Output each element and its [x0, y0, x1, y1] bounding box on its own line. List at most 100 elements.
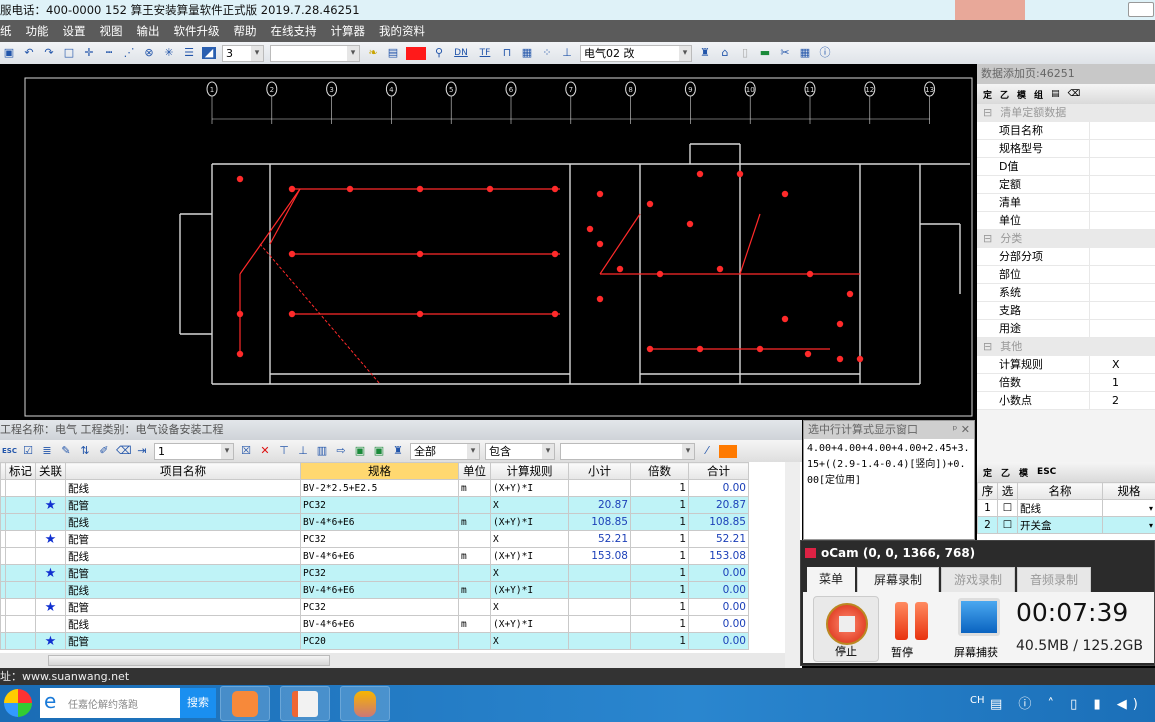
- multiplier[interactable]: 1: [630, 581, 689, 599]
- property-group[interactable]: ⊟ 其他: [977, 338, 1155, 356]
- help-icon[interactable]: ⓘ: [818, 47, 832, 59]
- calc-rule[interactable]: (X+Y)*I: [490, 479, 569, 497]
- table-row[interactable]: 配线 BV-4*6+E6 m (X+Y)*I 1 0.00: [0, 615, 749, 633]
- search-button[interactable]: 搜索: [180, 688, 216, 718]
- spec[interactable]: PC32: [300, 530, 459, 548]
- insert-icon[interactable]: ⊥: [296, 445, 310, 457]
- sublist-header[interactable]: 规格: [1102, 482, 1155, 500]
- spec[interactable]: BV-4*6+E6: [300, 581, 459, 599]
- mark-cell[interactable]: [5, 598, 36, 616]
- table-row[interactable]: ★ 配管 PC20 X 1 0.00: [0, 632, 749, 650]
- capture-button[interactable]: 屏幕捕获: [954, 644, 998, 660]
- property-group[interactable]: ⊟ 清单定额数据: [977, 104, 1155, 122]
- crosshair-icon[interactable]: ✛: [82, 47, 96, 59]
- pen-icon[interactable]: ✐: [97, 445, 111, 457]
- symbol-icon[interactable]: ⚲: [432, 47, 446, 59]
- property-value[interactable]: [1089, 284, 1155, 302]
- property-value[interactable]: [1089, 176, 1155, 194]
- spec[interactable]: BV-4*6+E6: [300, 513, 459, 531]
- collapse-icon[interactable]: ⊟: [983, 104, 992, 122]
- menu-item[interactable]: 计算器: [331, 24, 366, 38]
- property-value[interactable]: [1089, 248, 1155, 266]
- menu-item[interactable]: 设置: [63, 24, 86, 38]
- pause-button[interactable]: 暂停: [891, 644, 913, 660]
- taskbar-app-suanwang[interactable]: [340, 686, 390, 721]
- multiplier[interactable]: 1: [630, 496, 689, 514]
- table-row[interactable]: ★ 配管 PC32 X 1 0.00: [0, 564, 749, 582]
- menu-item[interactable]: 视图: [100, 24, 123, 38]
- column-header[interactable]: 计算规则: [490, 462, 569, 480]
- sort-icon[interactable]: ⇅: [78, 445, 92, 457]
- unit[interactable]: [458, 496, 491, 514]
- unit[interactable]: m: [458, 513, 491, 531]
- scrollbar-thumb[interactable]: [48, 655, 330, 666]
- table-row[interactable]: 配线 BV-2*2.5+E2.5 m (X+Y)*I 1 0.00: [0, 479, 749, 497]
- sublist-tool-button[interactable]: ESC: [1037, 467, 1056, 477]
- esc-icon[interactable]: ESC: [2, 445, 17, 457]
- column-header[interactable]: 倍数: [630, 462, 689, 480]
- mark-cell[interactable]: [5, 615, 36, 633]
- check-list-icon[interactable]: ☑: [21, 445, 35, 457]
- calc-rule[interactable]: (X+Y)*I: [490, 513, 569, 531]
- spec[interactable]: PC32: [300, 496, 459, 514]
- export-icon[interactable]: ⇨: [334, 445, 348, 457]
- column-header[interactable]: 项目名称: [65, 462, 301, 480]
- indent-icon[interactable]: ⇥: [135, 445, 149, 457]
- pause-icon[interactable]: [893, 602, 933, 642]
- collapse-icon[interactable]: ⊟: [983, 338, 992, 356]
- undo-icon[interactable]: ↶: [22, 47, 36, 59]
- property-group[interactable]: ⊟ 分类: [977, 230, 1155, 248]
- item-name[interactable]: 配线: [65, 581, 301, 599]
- calc-rule[interactable]: X: [490, 598, 569, 616]
- property-value[interactable]: [1089, 320, 1155, 338]
- lineweight-icon[interactable]: ☰: [182, 47, 196, 59]
- calc-rule[interactable]: X: [490, 496, 569, 514]
- filter-input[interactable]: [560, 442, 695, 460]
- item-name[interactable]: 配管: [65, 496, 301, 514]
- clear-filter-icon[interactable]: ⁄: [700, 445, 714, 457]
- edit-icon[interactable]: ✎: [59, 445, 73, 457]
- menu-item[interactable]: 软件升级: [174, 24, 220, 38]
- menu-item[interactable]: 帮助: [234, 24, 257, 38]
- taskbar-app-presentation[interactable]: [220, 686, 270, 721]
- import-icon[interactable]: ▣: [372, 445, 386, 457]
- tray-icons[interactable]: ▤ ⓘ ˄ ▯ ▮ ◀): [990, 693, 1144, 712]
- spec[interactable]: PC32: [300, 564, 459, 582]
- grid-icon[interactable]: ▦: [520, 47, 534, 59]
- unit[interactable]: [458, 530, 491, 548]
- ocam-tab[interactable]: 菜单: [807, 567, 856, 592]
- collapse-icon[interactable]: ⊟: [983, 230, 992, 248]
- ime-indicator[interactable]: CH: [970, 695, 985, 706]
- folder-icon[interactable]: ⌂: [718, 47, 732, 59]
- start-button[interactable]: [4, 689, 32, 717]
- calc-rule[interactable]: X: [490, 564, 569, 582]
- calc-rule[interactable]: X: [490, 530, 569, 548]
- cad-canvas[interactable]: 1 2 3 4 5 6 7 8 9 10 11 12 13: [0, 64, 976, 419]
- spec-dropdown[interactable]: ▾: [1102, 516, 1155, 534]
- item-name[interactable]: 配管: [65, 632, 301, 650]
- unit[interactable]: m: [458, 615, 491, 633]
- mark-cell[interactable]: [5, 513, 36, 531]
- layer-icon[interactable]: ◢: [202, 47, 216, 59]
- taskbar-app-ocam[interactable]: [280, 686, 330, 721]
- find-icon[interactable]: ♜: [391, 445, 405, 457]
- spec[interactable]: PC20: [300, 632, 459, 650]
- property-value[interactable]: 1: [1089, 374, 1155, 392]
- column-header[interactable]: 标记: [5, 462, 36, 480]
- menu-item[interactable]: 纸: [0, 24, 12, 38]
- ocam-tab[interactable]: 游戏录制: [941, 567, 1016, 592]
- horizontal-scrollbar[interactable]: [0, 653, 785, 668]
- calc-rule[interactable]: (X+Y)*I: [490, 581, 569, 599]
- sublist-header[interactable]: 序: [977, 482, 998, 500]
- mark-cell[interactable]: [5, 581, 36, 599]
- find-icon[interactable]: ♜: [698, 47, 712, 59]
- menu-item[interactable]: 功能: [26, 24, 49, 38]
- vertical-scrollbar[interactable]: [785, 462, 800, 668]
- ocam-tab[interactable]: 音频录制: [1017, 567, 1092, 592]
- filter-icon[interactable]: ⊤: [277, 445, 291, 457]
- multiplier[interactable]: 1: [630, 513, 689, 531]
- multiplier[interactable]: 1: [630, 564, 689, 582]
- page-icon[interactable]: ▯: [738, 47, 752, 59]
- item-name[interactable]: 配管: [65, 564, 301, 582]
- panel-tool-button[interactable]: 乙: [1000, 88, 1009, 101]
